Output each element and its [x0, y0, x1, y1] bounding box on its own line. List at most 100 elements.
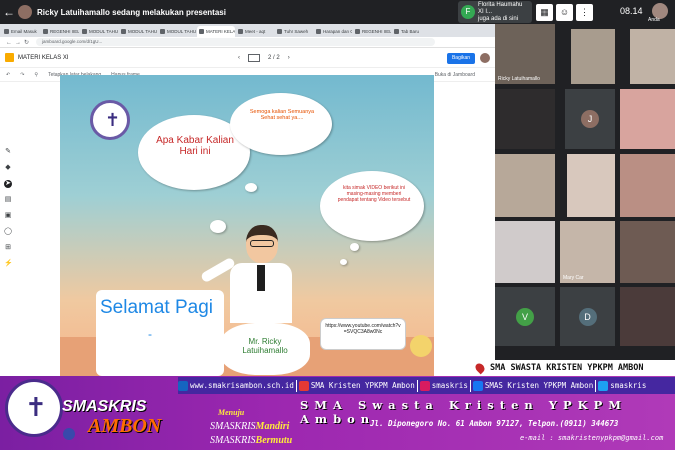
participant-tile[interactable] [495, 221, 555, 283]
browser-tab[interactable]: Meet - aqt [236, 26, 274, 37]
browser-tab[interactable]: MODUL TAHUN [158, 26, 196, 37]
favicon-icon [355, 29, 360, 34]
school-logo-icon [90, 100, 130, 140]
toast-line-2: juga ada di sini [478, 15, 519, 22]
participants-icon[interactable]: ☺ [556, 4, 573, 21]
favicon-icon [43, 29, 48, 34]
social-bar: www.smakrisambon.sch.id SMA Kristen YPKP… [178, 377, 675, 394]
cloud-dot [245, 183, 257, 192]
account-avatar[interactable] [480, 53, 490, 63]
twitter-icon [598, 380, 609, 391]
participant-initial: D [578, 307, 597, 326]
laser-icon[interactable]: ⚡ [4, 260, 13, 268]
participant-tile[interactable] [620, 89, 675, 149]
browser-tab[interactable]: Harapan dan Ci [314, 26, 352, 37]
favicon-icon [238, 29, 243, 34]
browser-tab[interactable]: Email Masuk [2, 26, 40, 37]
browser-tab[interactable]: MODUL TAHUN [80, 26, 118, 37]
cloud-dot [210, 220, 226, 233]
participant-tile[interactable] [620, 221, 675, 283]
document-title[interactable]: MATERI KELAS XI [18, 55, 69, 61]
participant-tile[interactable] [567, 154, 615, 217]
participant-tile[interactable] [495, 154, 555, 217]
instagram-icon [419, 380, 430, 391]
sticky-note-icon[interactable]: ▤ [4, 196, 12, 204]
participant-tile[interactable] [571, 29, 615, 84]
participant-tile[interactable]: J [565, 89, 615, 149]
participant-tile[interactable]: Mary Car [560, 221, 615, 283]
browser-tab[interactable]: Tuhr Saweh [275, 26, 313, 37]
presenter-avatar [18, 5, 32, 19]
url-field[interactable]: jamboard.google.com/d/1gU... [36, 38, 435, 46]
circle-icon[interactable]: ◯ [4, 228, 12, 236]
browser-tab[interactable]: REGENHI IIELI [41, 26, 79, 37]
zoom-icon[interactable]: ⚲ [34, 72, 38, 78]
layout-icon[interactable]: ▦ [536, 4, 553, 21]
jamboard-header: MATERI KELAS XI ‹ 2 / 2 › Bagikan [0, 48, 495, 68]
next-frame-icon[interactable]: › [288, 55, 290, 61]
favicon-icon [277, 29, 282, 34]
brand-bottom: AMBON [88, 415, 162, 437]
participant-tile[interactable]: D [560, 287, 615, 346]
divider [295, 379, 297, 392]
prev-frame-icon[interactable]: ‹ [238, 55, 240, 61]
back-arrow-icon[interactable]: ← [0, 5, 18, 19]
participant-tile[interactable]: V [495, 287, 555, 346]
favicon-icon [82, 29, 87, 34]
favicon-icon [316, 29, 321, 34]
participants-grid: Ricky Latuihamallo J Mary Car V D [495, 24, 675, 346]
clock: 08.14 [620, 6, 643, 16]
nav-buttons-icon[interactable]: ←→↻ [6, 39, 36, 46]
youtube-icon [298, 380, 309, 391]
participant-initial: V [516, 307, 534, 326]
browser-tab[interactable]: Tab Baru [392, 26, 430, 37]
school-crest-icon [5, 379, 63, 437]
browser-tab[interactable]: MODUL TAHUN [119, 26, 157, 37]
divider [469, 379, 471, 392]
selamat-dash: - [148, 327, 152, 341]
youtube-link[interactable]: https://www.youtube.com/watch?v=SVQC3A8w… [324, 323, 402, 335]
greeting-text: Apa Kabar Kalian Hari ini [156, 135, 234, 157]
participant-name: Ricky Latuihamallo [498, 76, 540, 82]
screen: ← Ricky Latuihamallo sedang melakukan pr… [0, 0, 675, 450]
participant-tile[interactable]: Ricky Latuihamallo [495, 24, 555, 84]
twitter-handle: smaskris [610, 381, 647, 390]
address-bar: ←→↻ jamboard.google.com/d/1gU... [0, 37, 495, 48]
frame-thumbnail-icon[interactable] [248, 54, 260, 62]
divider [595, 379, 597, 392]
participant-tile[interactable] [495, 89, 555, 149]
join-notification[interactable]: F Florita Haumahu XI I... juga ada di si… [458, 1, 532, 23]
divider [416, 379, 418, 392]
school-address: Jl. Diponegoro No. 61 Ambon 97127, Telpo… [370, 419, 619, 428]
video-text: kita simak VIDEO berikut ini masing-masi… [337, 185, 411, 203]
browser-tab[interactable]: REGENHI IIELI [353, 26, 391, 37]
location-label: SMA SWASTA KRISTEN YPKPM AMBON [490, 363, 644, 373]
jamboard-canvas[interactable]: Apa Kabar Kalian Hari ini Semoga kalian … [60, 75, 434, 376]
share-button[interactable]: Bagikan [447, 53, 475, 64]
redo-icon[interactable]: ↷ [20, 72, 24, 78]
teacher-tie [257, 265, 265, 291]
participant-tile[interactable] [630, 29, 675, 84]
more-options-icon[interactable]: ⋮ [576, 4, 593, 21]
toast-text: Florita Haumahu XI I... juga ada di sini [478, 2, 529, 23]
location-pin-icon [473, 361, 487, 375]
eraser-icon[interactable]: ◆ [4, 164, 12, 172]
brand-top: SMASKRIS [62, 398, 147, 415]
favicon-icon [160, 29, 165, 34]
globe-icon [178, 380, 188, 391]
select-icon[interactable]: ➤ [4, 180, 12, 188]
presenting-text: Ricky Latuihamallo sedang melakukan pres… [37, 7, 226, 17]
open-in-jamboard-button[interactable]: Buka di Jamboard [435, 72, 475, 78]
facebook-page: SMAS Kristen YPKPM Ambon [484, 381, 594, 390]
browser-tab-active[interactable]: MATERI KELAS [197, 26, 235, 37]
youtube-channel: SMA Kristen YPKPM Ambon [310, 381, 415, 390]
undo-icon[interactable]: ↶ [6, 72, 10, 78]
facebook-icon [472, 380, 483, 391]
image-icon[interactable]: ▣ [4, 212, 12, 220]
participant-tile[interactable] [620, 287, 675, 346]
pen-icon[interactable]: ✎ [4, 148, 12, 156]
wish-cloud [230, 93, 332, 155]
participant-tile[interactable] [620, 154, 675, 217]
textbox-icon[interactable]: ⊞ [4, 244, 12, 252]
toast-avatar: F [461, 5, 475, 19]
